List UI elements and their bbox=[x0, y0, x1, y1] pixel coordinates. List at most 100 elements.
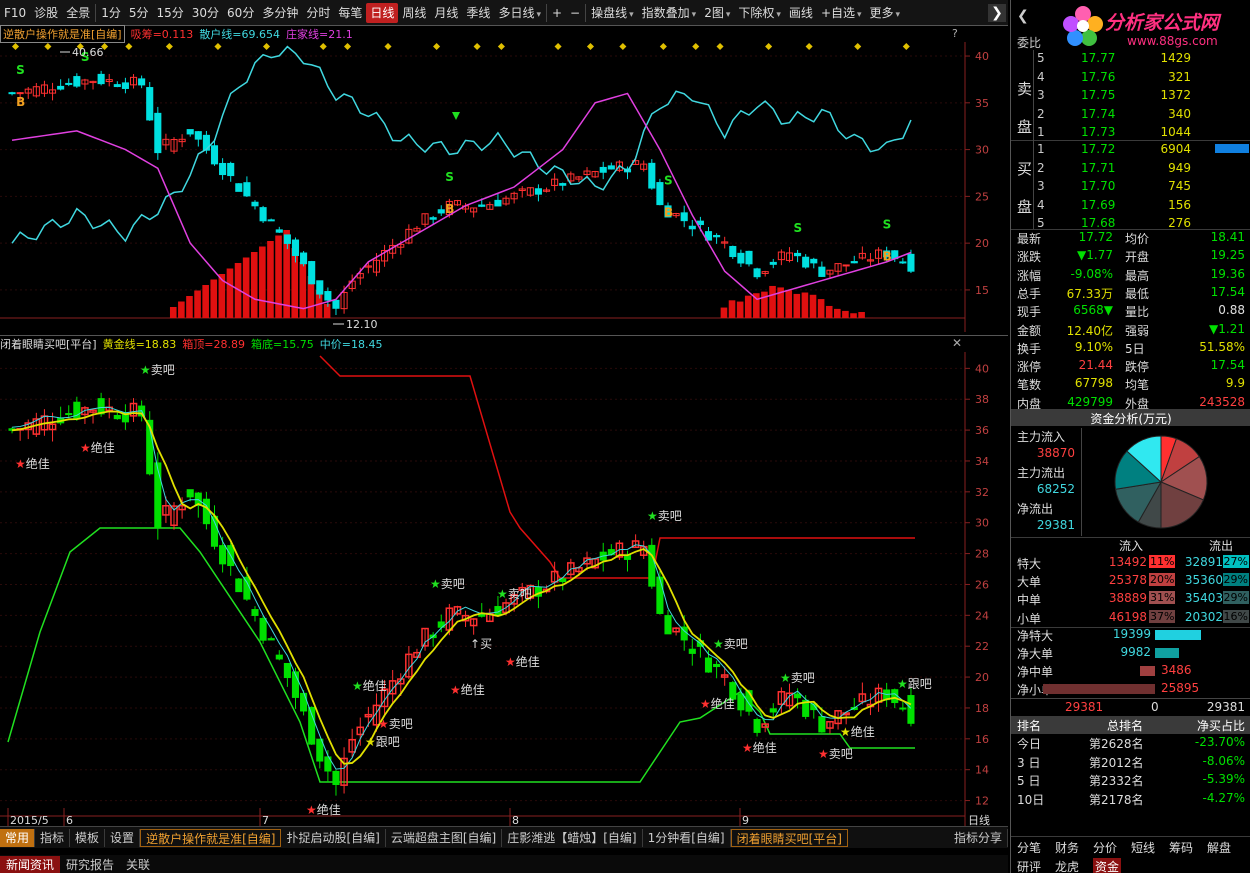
candle-body bbox=[907, 695, 915, 724]
stat-label: 总手 bbox=[1017, 286, 1042, 301]
indicator-xichou: 吸筹=0.113 bbox=[130, 28, 194, 41]
x-tick-label: 8 bbox=[512, 814, 519, 826]
indicator-tab-3[interactable]: 庄影潍逃【蜡烛】[自编] bbox=[502, 828, 643, 847]
candle-body bbox=[810, 258, 818, 264]
news-tab-1[interactable]: 研究报告 bbox=[60, 856, 120, 873]
stat-label: 换手 bbox=[1017, 341, 1042, 356]
toolbar-button-14[interactable]: 季线 bbox=[462, 3, 494, 23]
toolbar-button-3[interactable]: 1分 bbox=[97, 3, 125, 23]
moban-button[interactable]: 模板 bbox=[70, 828, 106, 847]
y-tick-label: 14 bbox=[975, 764, 989, 777]
changyong-button[interactable]: 常用 bbox=[0, 828, 36, 847]
candle-body bbox=[97, 73, 105, 85]
net-row: 净小单 25895 bbox=[1011, 680, 1250, 698]
toolbar-button-1[interactable]: 诊股 bbox=[30, 3, 62, 23]
shezhi-button[interactable]: 设置 bbox=[105, 828, 141, 847]
flow-out-pct: 29% bbox=[1222, 573, 1249, 587]
panel-tab[interactable]: 分价 bbox=[1093, 839, 1117, 856]
toolbar-button-17[interactable]: − bbox=[566, 3, 584, 23]
stat-value: 18.41 bbox=[1210, 230, 1245, 244]
accumulation-bar bbox=[728, 300, 736, 318]
stat-value: 429799 bbox=[1067, 394, 1113, 409]
toolbar-button-11[interactable]: 日线 bbox=[366, 2, 399, 23]
x-tick-label: 6 bbox=[66, 814, 73, 826]
toolbar-button-7[interactable]: 60分 bbox=[223, 3, 258, 23]
toolbar-button-15[interactable]: 多日线 bbox=[494, 3, 545, 23]
help-icon[interactable]: ? bbox=[952, 27, 958, 40]
net-total-row: 29381 0 29381 bbox=[1011, 698, 1250, 716]
toolbar-button-4[interactable]: 5分 bbox=[125, 3, 153, 23]
candle-body bbox=[850, 261, 858, 264]
panel-tab[interactable]: 财务 bbox=[1055, 839, 1079, 856]
net-row: 净特大 19399 bbox=[1011, 626, 1250, 644]
indicator-tab-1[interactable]: 扑捉启动股[自编] bbox=[281, 828, 386, 847]
toolbar-button-2[interactable]: 全景 bbox=[62, 3, 94, 23]
ask-volume: 321 bbox=[1168, 69, 1191, 84]
ask-row[interactable]: 4 17.76 321 bbox=[1011, 69, 1250, 87]
signal-diamond bbox=[263, 42, 271, 51]
news-tab-2[interactable]: 关联 bbox=[120, 856, 156, 873]
ask-price: 17.75 bbox=[1081, 88, 1116, 102]
sell-signal: S bbox=[883, 218, 892, 232]
panel-tab[interactable]: 资金 bbox=[1093, 858, 1122, 873]
signal-diamond bbox=[11, 42, 20, 51]
net-value: 25895 bbox=[1161, 681, 1200, 695]
news-bar: 新闻资讯 研究报告 关联 bbox=[0, 855, 1008, 873]
toolbar-button-20[interactable]: 2图 bbox=[700, 3, 734, 23]
indicator-tab-2[interactable]: 云端超盘主图[自编] bbox=[386, 828, 503, 847]
close-panel-button[interactable]: ❯ bbox=[988, 4, 1006, 22]
stat-value: 67798 bbox=[1074, 376, 1113, 391]
bid-price: 17.68 bbox=[1081, 216, 1116, 230]
bid-row[interactable]: 3 17.70 745 bbox=[1011, 178, 1250, 196]
bid-row[interactable]: 4 17.69 156 bbox=[1011, 197, 1250, 215]
ask-level: 5 bbox=[1037, 51, 1045, 65]
accumulation-bar bbox=[186, 296, 193, 318]
accumulation-bar bbox=[299, 262, 307, 318]
panel-tab[interactable]: 研评 bbox=[1017, 858, 1041, 873]
accumulation-bar bbox=[817, 299, 825, 318]
toolbar-button-12[interactable]: 周线 bbox=[398, 3, 430, 23]
toolbar-button-16[interactable]: + bbox=[548, 3, 566, 23]
lower-formula-select[interactable]: 闭着眼睛买吧[平台] bbox=[0, 336, 97, 352]
lower-indicator-bar: 闭着眼睛买吧[平台] 黄金线=18.83 箱顶=28.89 箱底=15.75 中… bbox=[0, 335, 1008, 351]
y-tick-label: 36 bbox=[975, 424, 989, 437]
candle-body bbox=[656, 182, 664, 206]
ask-row[interactable]: 5 17.77 1429 bbox=[1011, 50, 1250, 68]
indicator-tab-5[interactable]: 闭着眼睛买吧[平台] bbox=[730, 828, 848, 847]
upper-formula-select[interactable]: 逆散户操作就是准[自编] bbox=[0, 25, 125, 43]
panel-tab[interactable]: 分笔 bbox=[1017, 839, 1041, 856]
panel-tab[interactable]: 龙虎 bbox=[1055, 858, 1079, 873]
toolbar-button-5[interactable]: 15分 bbox=[152, 3, 187, 23]
panel-tab[interactable]: 短线 bbox=[1131, 839, 1155, 856]
signal-diamond bbox=[319, 42, 327, 51]
accumulation-bar bbox=[858, 312, 865, 318]
toolbar-button-6[interactable]: 30分 bbox=[188, 3, 223, 23]
toolbar-button-23[interactable]: +自选 bbox=[817, 3, 866, 23]
ask-row[interactable]: 3 17.75 1372 bbox=[1011, 87, 1250, 105]
indicator-tab-4[interactable]: 1分钟看[自编] bbox=[643, 828, 731, 847]
toolbar-button-8[interactable]: 多分钟 bbox=[258, 3, 302, 23]
zhibiao-button[interactable]: 指标 bbox=[35, 828, 71, 847]
bid-row[interactable]: 2 17.71 949 bbox=[1011, 160, 1250, 178]
toolbar-button-10[interactable]: 每笔 bbox=[334, 3, 366, 23]
close-icon[interactable]: ✕ bbox=[952, 336, 962, 350]
indicator-tab-0[interactable]: 逆散户操作就是准[自编] bbox=[140, 828, 282, 847]
toolbar-button-18[interactable]: 操盘线 bbox=[587, 3, 638, 23]
toolbar-button-9[interactable]: 分时 bbox=[302, 3, 334, 23]
panel-tab[interactable]: 筹码 bbox=[1169, 839, 1193, 856]
toolbar-button-13[interactable]: 月线 bbox=[430, 3, 462, 23]
candle-body bbox=[794, 252, 802, 257]
toolbar-button-0[interactable]: F10 bbox=[0, 3, 30, 23]
toolbar-button-19[interactable]: 指数叠加 bbox=[638, 3, 701, 23]
news-tab-0[interactable]: 新闻资讯 bbox=[0, 855, 61, 873]
toolbar-button-21[interactable]: 下除权 bbox=[734, 3, 785, 23]
candle-body bbox=[65, 413, 73, 416]
share-button[interactable]: 指标分享 bbox=[949, 828, 1008, 847]
panel-tab[interactable]: 解盘 bbox=[1207, 839, 1231, 856]
toolbar-button-22[interactable]: 画线 bbox=[785, 3, 817, 23]
ask-row[interactable]: 2 17.74 340 bbox=[1011, 106, 1250, 124]
bid-price: 17.69 bbox=[1081, 197, 1116, 212]
toolbar-button-24[interactable]: 更多 bbox=[866, 3, 905, 23]
back-arrow-icon[interactable]: ❮ bbox=[1017, 8, 1029, 24]
quote-panel: 分析家公式网 www.88gs.com ❮ 委比 5 17.77 1429 4 17.7… bbox=[1010, 0, 1250, 873]
